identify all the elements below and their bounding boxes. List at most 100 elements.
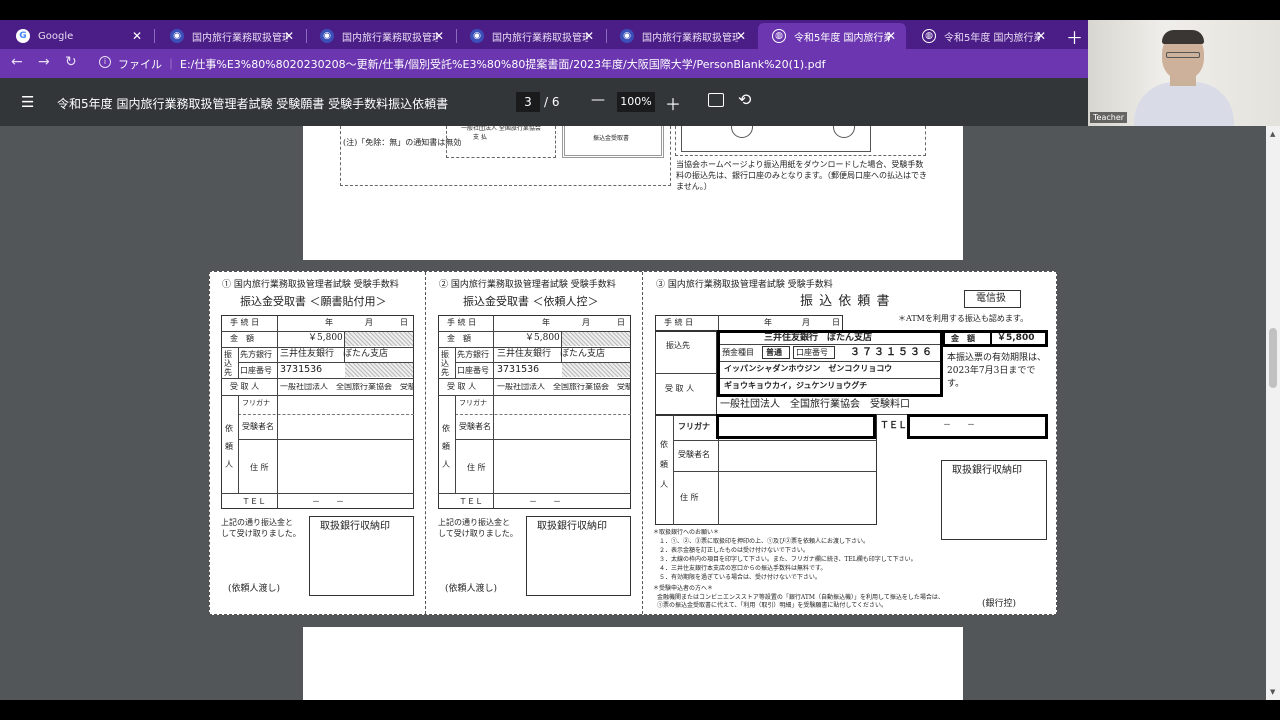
label-transfer-to: 振込先 [666,341,690,350]
label-requester: 依頼人 [660,440,668,489]
furigana-input[interactable] [716,414,876,439]
tab-label: 令和5年度 国内旅行業 [794,32,890,44]
close-icon[interactable]: ✕ [132,29,142,43]
tab-label: 国内旅行業務取扱管理 [192,32,288,44]
applicant-note: ①票の振込金受取書に代えて、「利用（取引）明細」を受験願書に貼付してください。 [657,602,888,609]
shaded-cell [562,363,630,377]
reload-icon[interactable]: ↻ [65,54,77,70]
top-black-strip [0,0,1280,20]
forward-icon[interactable]: → [38,54,50,70]
sample-label: 振込金受取書 [593,135,630,142]
label-year: 年 [764,318,772,327]
divider [642,272,643,614]
label-deposit-type: 預金種目 [722,348,754,357]
page-number-input[interactable]: 3 [516,92,540,112]
label-transfer-to: 振込先 [441,350,449,377]
sample-box [562,126,664,158]
slip1-heading: ① 国内旅行業務取扱管理者試験 受験手数料 [222,280,399,290]
tab-active-pdf[interactable]: ◍ 令和5年度 国内旅行業 ✕ [758,23,906,49]
label-tel: ＴＥＬ [242,497,266,506]
scroll-up-icon[interactable]: ▲ [1270,130,1275,138]
tab-separator [154,29,155,43]
label-day: 日 [400,318,408,327]
label-procedure-date: 手 続 日 [230,318,260,327]
tab-page[interactable]: ◉ 国内旅行業務取扱管理 ✕ [306,23,454,49]
bank-stamp-label: 取扱銀行収納印 [320,521,390,532]
zoom-out-icon[interactable]: — [591,92,605,108]
slip2-heading: ② 国内旅行業務取扱管理者試験 受験手数料 [439,280,616,290]
bank-stamp-label: 取扱銀行収納印 [952,465,1022,476]
tab-label: 国内旅行業務取扱管理 [642,32,738,44]
close-icon[interactable]: ✕ [1036,29,1046,43]
menu-icon[interactable]: ☰ [21,93,34,111]
payee-kana-1: イッパンシャダンホウジン ゼンコクリョコウ [724,364,893,373]
close-icon[interactable]: ✕ [284,29,294,43]
tab-google[interactable]: G Google ✕ [2,23,152,49]
tel-input[interactable] [907,414,1048,439]
close-icon[interactable]: ✕ [886,29,896,43]
amount-value: ￥5,800 [997,333,1035,343]
label-address: 住 所 [680,493,699,502]
scrollbar-thumb[interactable] [1269,328,1277,388]
telegraph-label: 電信扱 [976,293,1006,304]
account-value: 3731536 [497,364,540,375]
atm-note: ＊ATMを利用する振込も認めます。 [898,314,1029,323]
label-payee: 受 取 人 [665,384,695,393]
scrollbar[interactable]: ▲ ▼ [1266,126,1280,700]
pdf-viewer[interactable]: (注)「免除：無」の通知書は無効 一般社団法人 全国旅行業協会 支 払 振込金受… [0,126,1266,700]
close-icon[interactable]: ✕ [434,29,444,43]
label-account: 口座番号 [796,348,828,357]
label-furigana: フリガナ [242,399,270,407]
rotate-icon[interactable]: ⟲ [738,90,751,109]
tab-page[interactable]: ◍ 令和5年度 国内旅行業 ✕ [908,23,1056,49]
label-month: 月 [365,318,373,327]
page-total: / 6 [544,95,560,109]
info-icon[interactable]: i [99,56,111,68]
zoom-level[interactable]: 100% [617,92,655,112]
label-address: 住 所 [467,463,486,472]
bank-value: 三井住友銀行 ぼたん支店 [497,349,606,359]
for-requester-label: (依頼人渡し) [445,584,498,594]
payee-kana-2: ギョウキョウカイ，ジュケンリョウグチ [724,381,868,390]
tab-label: 国内旅行業務取扱管理 [342,32,438,44]
account-value: ３７３１５３６ [850,347,934,358]
bank-note: ４．三井住友銀行本支店の窓口からの振込手数料は無料です。 [659,565,827,572]
note-text: (注)「免除：無」の通知書は無効 [343,138,462,147]
label-tel: ＴＥＬ [880,421,908,431]
bank-stamp-label: 取扱銀行収納印 [537,521,607,532]
globe-icon: ◍ [922,29,936,43]
tab-page[interactable]: ◉ 国内旅行業務取扱管理 ✕ [606,23,756,49]
label-payee: 受 取 人 [447,382,477,391]
globe-icon: ◍ [772,29,786,43]
close-icon[interactable]: ✕ [736,29,746,43]
label-tel: ＴＥＬ [459,497,483,506]
bank-note: ５．有効期限を過ぎている場合は、受け付けないで下さい。 [659,574,821,581]
bank-note: ２．表示金額を訂正したものは受け付けないで下さい。 [659,547,809,554]
tab-page[interactable]: ◉ 国内旅行業務取扱管理 ✕ [156,23,304,49]
download-notice: 当協会ホームページより振込用紙をダウンロードした場合、受験手数料の振込先は、銀行… [676,160,927,191]
label-account: 口座番号 [457,366,489,375]
google-icon: G [16,29,30,43]
bank-note: １．①、②、③票に取扱印を押印の上、①及び②票を依頼人にお渡し下さい。 [659,538,870,545]
fit-page-icon[interactable] [708,93,724,107]
close-icon[interactable]: ✕ [584,29,594,43]
deposit-type-value: 普通 [766,348,782,357]
payment-slip: ① 国内旅行業務取扱管理者試験 受験手数料 振込金受取書 ＜願書貼付用＞ 手 続… [209,271,1057,615]
back-icon[interactable]: ← [11,54,23,70]
label-procedure-date: 手 続 日 [664,318,694,327]
zoom-in-icon[interactable]: ＋ [665,91,681,115]
scroll-down-icon[interactable]: ▼ [1270,688,1275,696]
label-procedure-date: 手 続 日 [447,318,477,327]
url-field[interactable]: ファイル ｜ E:/仕事%E3%80%8020230208～更新/仕事/個別受託… [118,56,826,72]
bank-value: 三井住友銀行 ぼたん支店 [280,349,389,359]
tab-page[interactable]: ◉ 国内旅行業務取扱管理 ✕ [456,23,604,49]
bank-notes-heading: ＊取扱銀行へのお願い＊ [653,529,720,536]
label-day: 日 [617,318,625,327]
label-month: 月 [802,318,810,327]
label-bank: 先方銀行 [240,350,272,359]
bank-note: ３．太線の枠内の項目を印字して下さい。また、フリガナ欄に続き、TEL欄も印字して… [659,556,917,563]
new-tab-icon[interactable]: ＋ [1066,24,1083,49]
shaded-cell [345,332,413,346]
label-requester: 依頼人 [225,424,233,469]
label-examinee: 受験者名 [459,422,491,431]
